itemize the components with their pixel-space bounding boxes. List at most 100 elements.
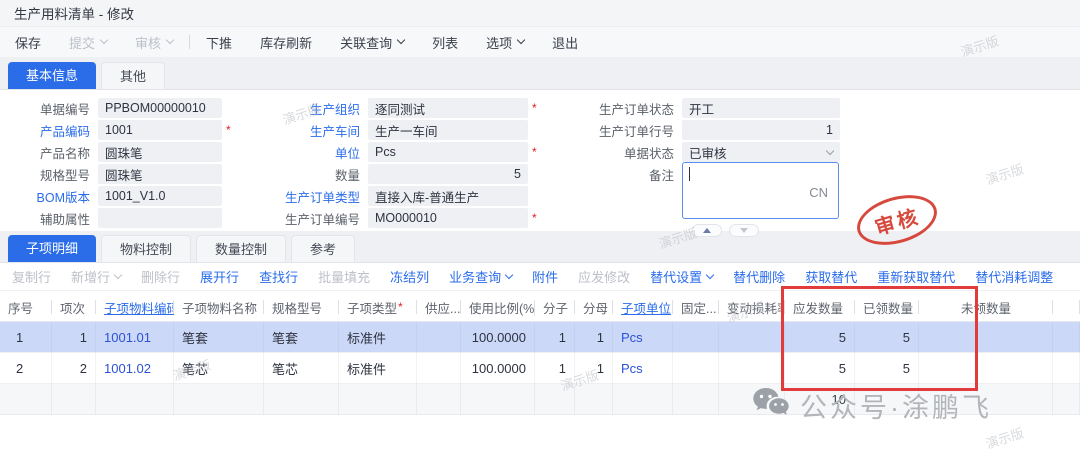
exit-button-label: 退出 — [552, 33, 578, 52]
qty-input[interactable]: 5 — [368, 164, 528, 184]
column-header[interactable] — [1053, 291, 1080, 323]
workshop-input[interactable]: 生产一车间 — [368, 120, 528, 140]
aux-attr-input[interactable] — [98, 208, 222, 228]
column-header-label: 未领数量 — [961, 298, 1011, 317]
column-header[interactable]: 变动损耗率... — [719, 291, 785, 323]
column-header[interactable]: 固定... — [673, 291, 719, 323]
order-no-input[interactable]: MO000010 — [368, 208, 528, 228]
prod-org-input[interactable]: 逐同测试 — [368, 98, 528, 118]
expand-panel-button[interactable] — [729, 224, 759, 237]
exit-button[interactable]: 退出 — [552, 33, 578, 52]
tab-subitem-detail[interactable]: 子项明细 — [8, 235, 96, 262]
collapse-panel-button[interactable] — [692, 224, 722, 237]
table-cell: 1 — [535, 353, 575, 384]
column-header[interactable]: 子项单位* — [613, 291, 673, 323]
submit-button[interactable]: 提交 — [69, 33, 107, 52]
unit-input[interactable]: Pcs — [368, 142, 528, 162]
order-type-label[interactable]: 生产订单类型 — [240, 187, 368, 206]
doc-status-select[interactable]: 已审核 — [682, 142, 840, 162]
options-button-label: 选项 — [486, 33, 512, 52]
table-cell: 标准件 — [339, 322, 417, 353]
copy-row-button[interactable]: 复制行 — [12, 267, 51, 286]
freeze-column-button[interactable]: 冻结列 — [390, 267, 429, 286]
product-name-label: 产品名称 — [0, 143, 98, 162]
expand-row-button[interactable]: 展开行 — [200, 267, 239, 286]
column-header[interactable]: 规格型号 — [264, 291, 339, 323]
list-button[interactable]: 列表 — [432, 33, 458, 52]
table-row[interactable]: 221001.02笔芯笔芯标准件100.000011Pcs55 — [0, 353, 1080, 384]
column-header[interactable]: 分子 — [535, 291, 575, 323]
options-button[interactable]: 选项 — [486, 33, 524, 52]
column-header[interactable]: 项次 — [52, 291, 96, 323]
column-header[interactable]: 子项物料名称 — [174, 291, 264, 323]
table-row[interactable]: 111001.01笔套笔套标准件100.000011Pcs55 — [0, 322, 1080, 353]
column-header[interactable]: 使用比例(%) — [461, 291, 535, 323]
audit-button[interactable]: 审核 — [135, 33, 173, 52]
column-header[interactable]: 序号 — [0, 291, 52, 323]
footer-cell — [855, 384, 919, 415]
product-code-label[interactable]: 产品编码 — [0, 121, 98, 140]
spec-model-input[interactable]: 圆珠笔 — [98, 164, 222, 184]
inventory-refresh-button[interactable]: 库存刷新 — [260, 33, 312, 52]
biz-query-label: 业务查询 — [449, 267, 501, 286]
product-code-input[interactable]: 1001 — [98, 120, 222, 140]
save-button-label: 保存 — [15, 33, 41, 52]
attachment-button[interactable]: 附件 — [532, 267, 558, 286]
table-cell: 5 — [785, 353, 855, 384]
find-row-button[interactable]: 查找行 — [259, 267, 298, 286]
column-header[interactable]: 分母 — [575, 291, 613, 323]
substitute-delete-button[interactable]: 替代删除 — [733, 267, 785, 286]
column-header[interactable]: 供应... — [417, 291, 461, 323]
cell-link[interactable]: 1001.02 — [96, 353, 174, 384]
product-name-input[interactable]: 圆珠笔 — [98, 142, 222, 162]
field-order-type: 生产订单类型 直接入库-普通生产 — [240, 186, 528, 206]
tab-basic-info[interactable]: 基本信息 — [8, 62, 96, 89]
unit-label[interactable]: 单位 — [240, 143, 368, 162]
column-header-label: 项次 — [60, 298, 85, 317]
issue-modify-label: 应发修改 — [578, 267, 630, 286]
column-header[interactable]: 已领数量 — [855, 291, 919, 323]
table-cell — [417, 353, 461, 384]
bom-version-label[interactable]: BOM版本 — [0, 187, 98, 206]
cell-link[interactable]: Pcs — [613, 353, 673, 384]
cell-link[interactable]: Pcs — [613, 322, 673, 353]
re-get-substitute-button[interactable]: 重新获取替代 — [877, 267, 955, 286]
column-header[interactable]: 子项物料编码* — [96, 291, 174, 323]
tab-other[interactable]: 其他 — [101, 62, 165, 89]
order-type-input[interactable]: 直接入库-普通生产 — [368, 186, 528, 206]
add-row-button[interactable]: 新增行 — [71, 267, 121, 286]
table-cell — [719, 322, 785, 353]
push-down-button[interactable]: 下推 — [206, 33, 232, 52]
get-substitute-button[interactable]: 获取替代 — [805, 267, 857, 286]
column-header[interactable]: 应发数量 — [785, 291, 855, 323]
triangle-down-icon — [740, 228, 748, 233]
bom-version-input[interactable]: 1001_V1.0 — [98, 186, 222, 206]
field-product-code: 产品编码 1001 * — [0, 120, 231, 140]
tab-qty-control[interactable]: 数量控制 — [196, 235, 286, 262]
prod-org-label[interactable]: 生产组织 — [240, 99, 368, 118]
workshop-label[interactable]: 生产车间 — [240, 121, 368, 140]
delete-row-button[interactable]: 删除行 — [141, 267, 180, 286]
text-cursor — [689, 167, 690, 181]
column-header[interactable]: 子项类型* — [339, 291, 417, 323]
column-header-label: 使用比例(%) — [469, 298, 535, 317]
order-line-input[interactable]: 1 — [682, 120, 840, 140]
batch-fill-button[interactable]: 批量填充 — [318, 267, 370, 286]
biz-query-button[interactable]: 业务查询 — [449, 267, 512, 286]
grid-footer-row: 10 — [0, 384, 1080, 415]
save-button[interactable]: 保存 — [15, 33, 41, 52]
push-down-button-label: 下推 — [206, 33, 232, 52]
issue-modify-button[interactable]: 应发修改 — [578, 267, 630, 286]
column-header[interactable]: 未领数量 — [919, 291, 1053, 323]
substitute-set-button[interactable]: 替代设置 — [650, 267, 713, 286]
audit-stamp-text: 审核 — [871, 200, 923, 241]
page-title: 生产用料清单 - 修改 — [14, 3, 134, 23]
doc-no-input[interactable]: PPBOM00000010 — [98, 98, 222, 118]
cell-link[interactable]: 1001.01 — [96, 322, 174, 353]
related-query-button[interactable]: 关联查询 — [340, 33, 404, 52]
tab-reference[interactable]: 参考 — [291, 235, 355, 262]
substitute-consume-adjust-button[interactable]: 替代消耗调整 — [975, 267, 1053, 286]
tab-material-control[interactable]: 物料控制 — [101, 235, 191, 262]
remark-textarea[interactable]: CN — [682, 162, 839, 219]
order-status-input[interactable]: 开工 — [682, 98, 840, 118]
